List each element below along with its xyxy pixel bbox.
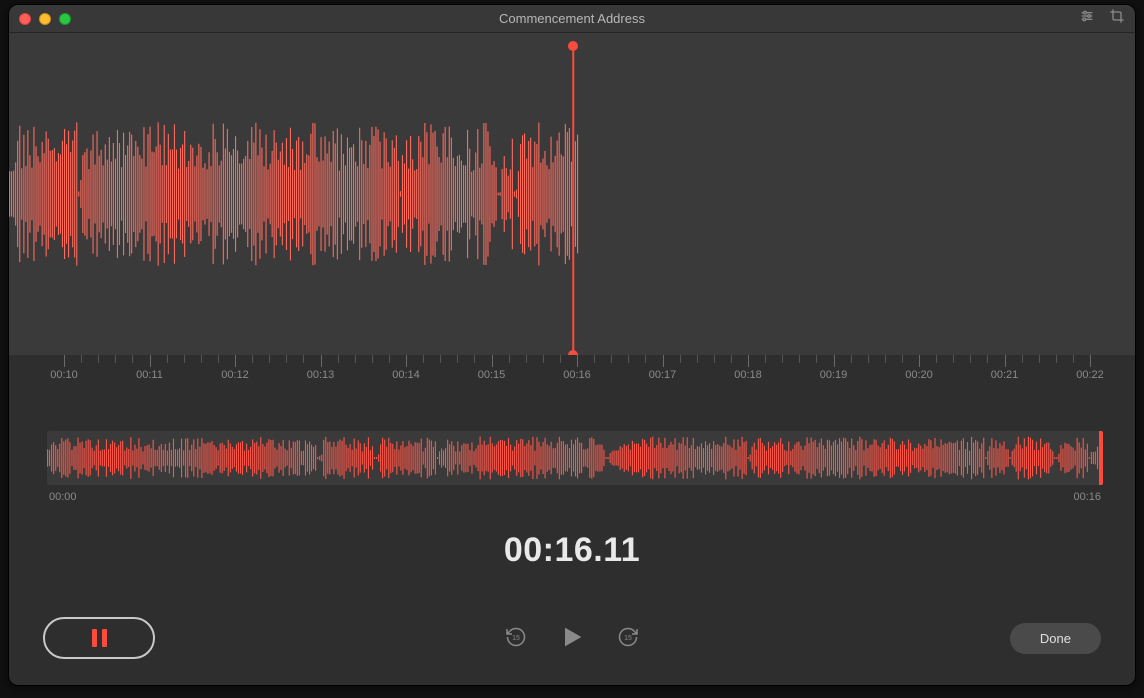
ruler-label: 00:19 (820, 369, 848, 381)
ruler-label: 00:16 (563, 369, 591, 381)
waveform-overview[interactable] (47, 431, 1103, 485)
svg-text:15: 15 (512, 635, 520, 642)
ruler-label: 00:20 (905, 369, 933, 381)
overview-end-time: 00:16 (1073, 491, 1101, 503)
title-bar: Commencement Address (9, 5, 1135, 33)
waveform-main[interactable] (9, 33, 1135, 355)
done-button[interactable]: Done (1010, 623, 1101, 654)
ruler-label: 00:15 (478, 369, 506, 381)
svg-text:15: 15 (624, 635, 632, 642)
window-title: Commencement Address (9, 11, 1135, 26)
ruler-label: 00:12 (221, 369, 249, 381)
timeline-ruler[interactable]: 00:10 00:11 00:12 00:13 00:14 00:15 00:16 00:17… (9, 355, 1135, 391)
ruler-label: 00:18 (734, 369, 762, 381)
current-timecode: 00:16.11 (504, 531, 640, 569)
waveform-graphic (9, 114, 579, 274)
ruler-label: 00:22 (1076, 369, 1104, 381)
overview-start-time: 00:00 (49, 491, 77, 503)
pause-record-button[interactable] (43, 617, 155, 659)
ruler-label: 00:14 (392, 369, 420, 381)
transport-controls: 15 15 Done (9, 607, 1135, 685)
app-window: Commencement Address 00:1000:1100:1200:1… (8, 4, 1136, 686)
play-button[interactable] (558, 623, 586, 654)
ruler-label: 00:11 (136, 369, 163, 381)
ruler-label: 00:10 (50, 369, 78, 381)
skip-forward-button[interactable]: 15 (616, 625, 640, 652)
skip-back-button[interactable]: 15 (504, 625, 528, 652)
overview-playhead[interactable] (1099, 431, 1103, 485)
overview-graphic (47, 436, 1103, 480)
ruler-label: 00:13 (307, 369, 335, 381)
ruler-label: 00:17 (649, 369, 677, 381)
playhead[interactable] (572, 45, 574, 355)
playhead-handle-top[interactable] (568, 41, 578, 51)
ruler-label: 00:21 (991, 369, 1019, 381)
